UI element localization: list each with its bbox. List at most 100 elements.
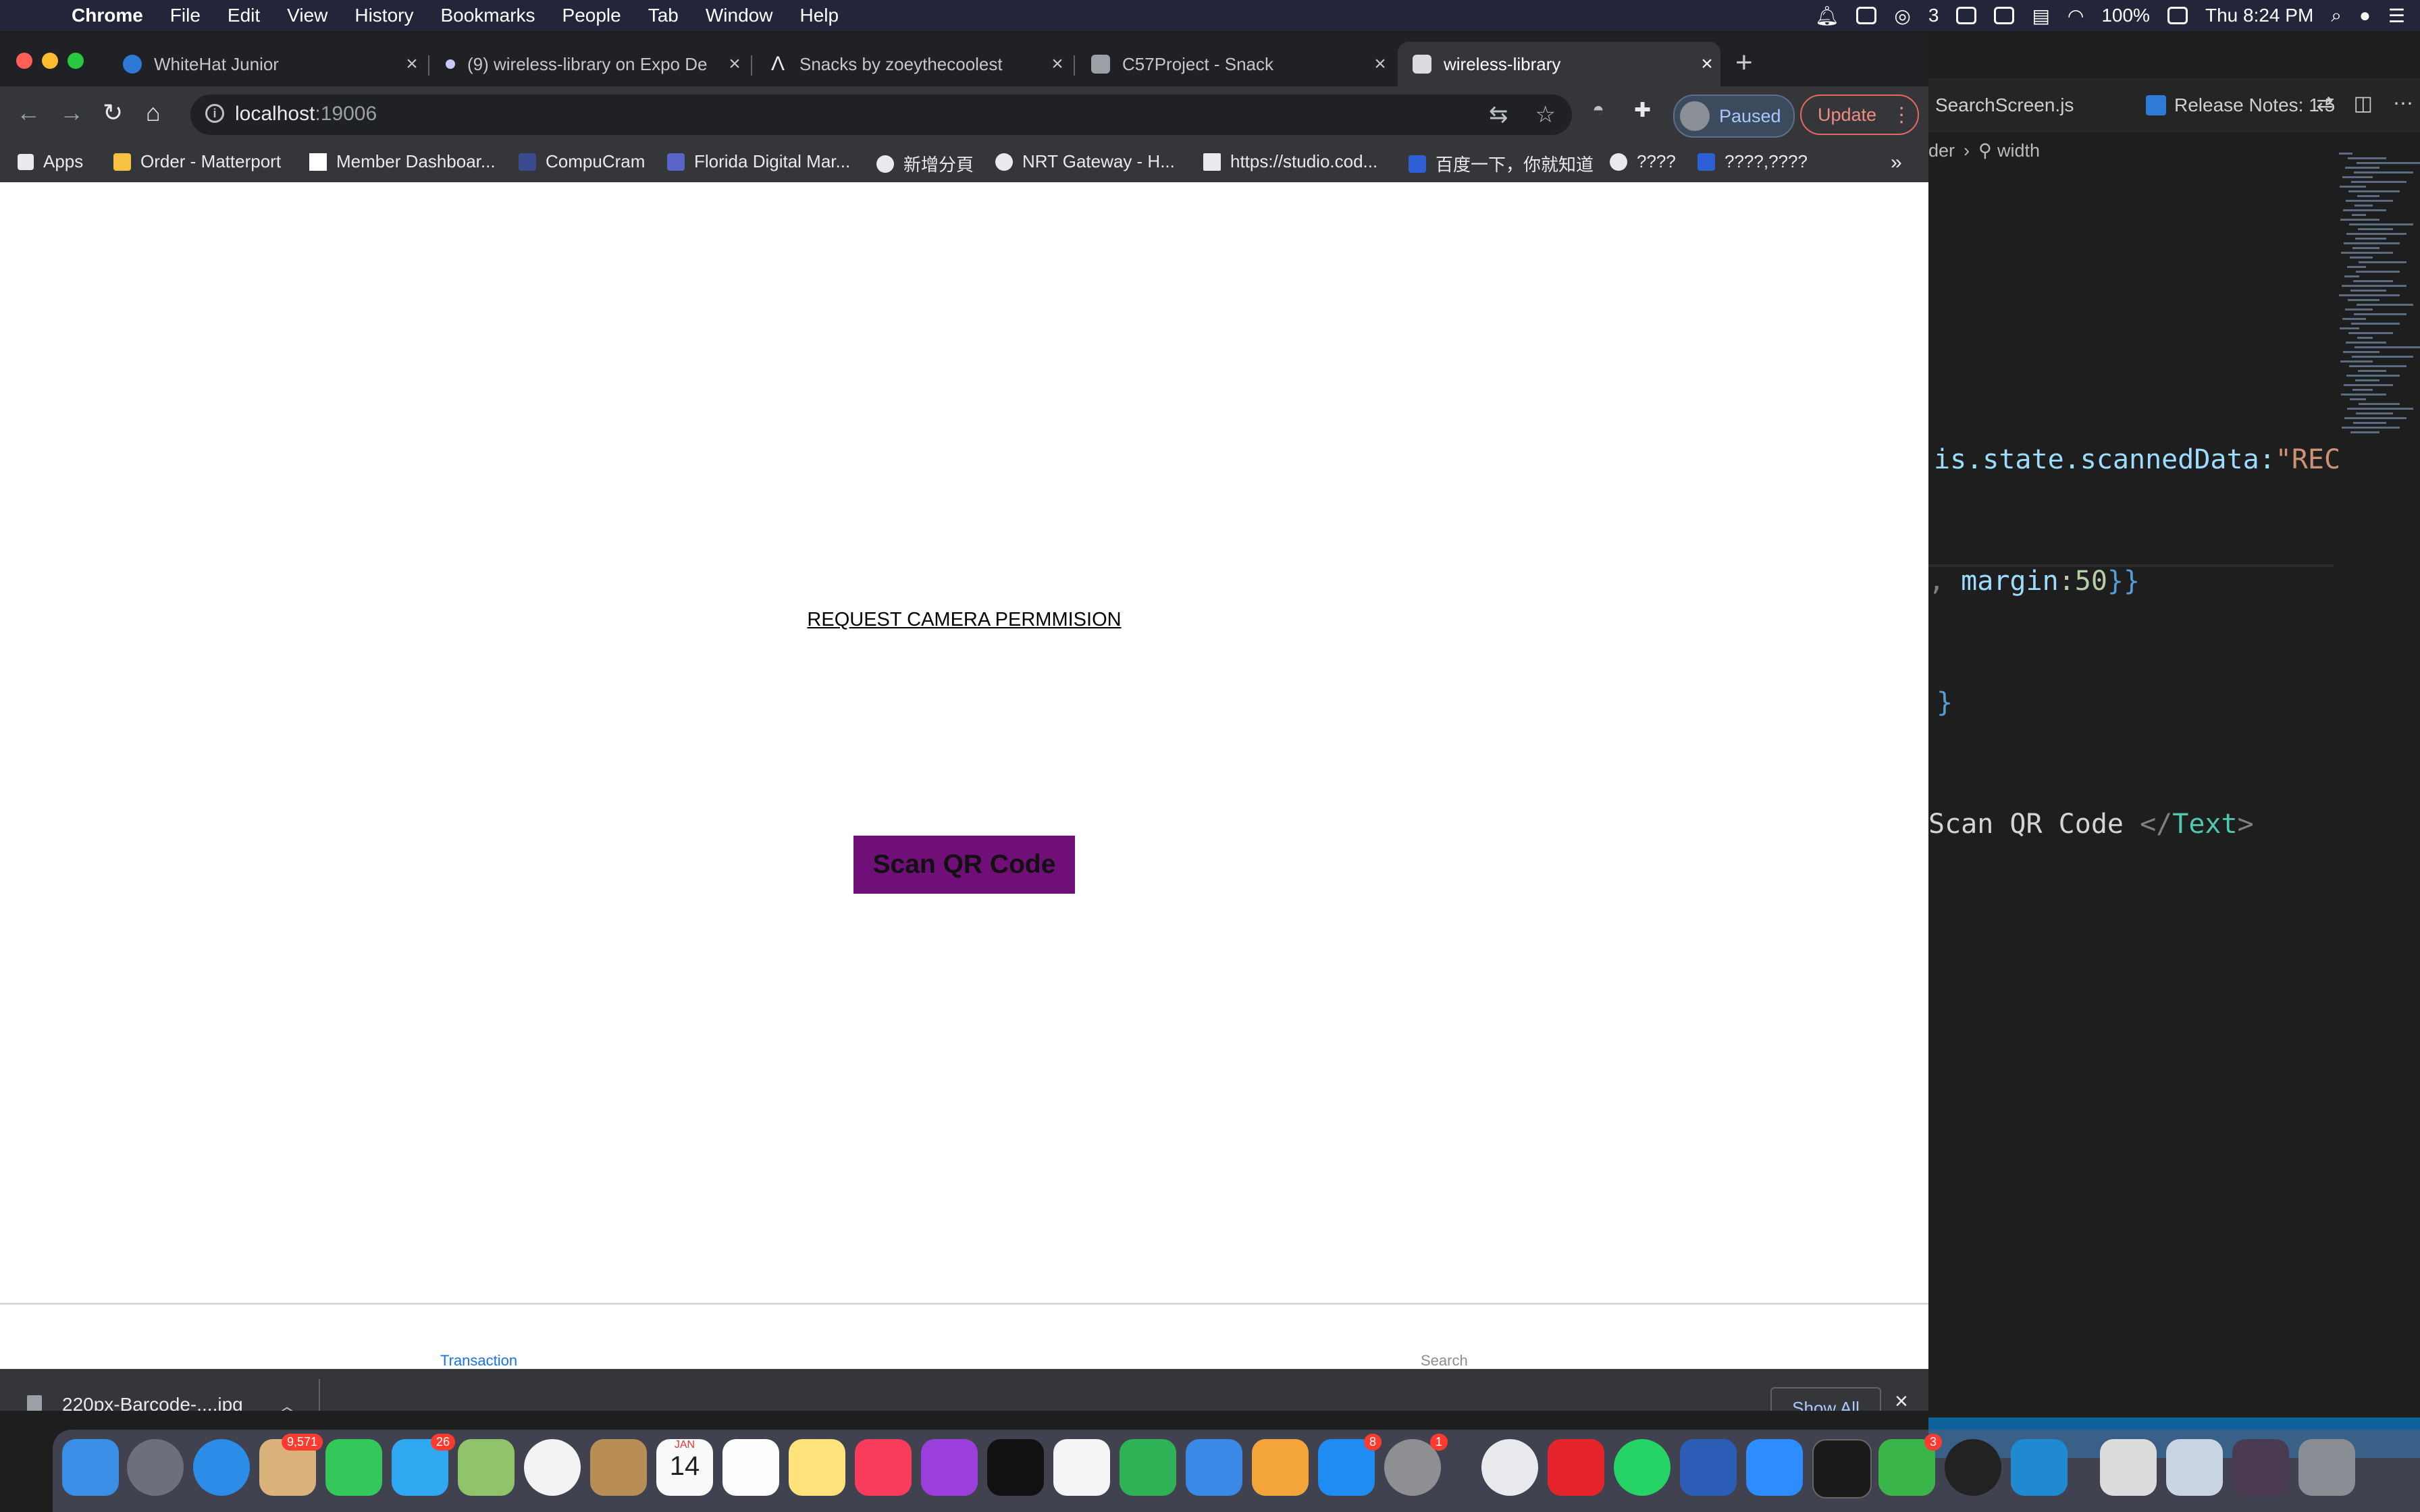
bookmark-nrt-gateway[interactable]: NRT Gateway - H... [995,151,1175,172]
podcasts-icon[interactable] [921,1439,978,1496]
whatsapp-icon[interactable] [1614,1439,1671,1496]
close-tab-icon[interactable]: × [721,53,748,76]
photos-icon[interactable] [524,1439,581,1496]
request-camera-permission-link[interactable]: REQUEST CAMERA PERMMISION [807,609,1121,630]
close-window-button[interactable] [16,53,32,69]
menu-window[interactable]: Window [706,5,773,26]
word-icon[interactable] [1680,1439,1737,1496]
notes-icon[interactable] [789,1439,845,1496]
facetime-icon[interactable] [325,1439,382,1496]
bookmark-apps[interactable]: Apps [18,151,83,172]
compare-icon[interactable]: ⇄ [2317,92,2334,115]
menu-file[interactable]: File [170,5,201,26]
extensions-puzzle-icon[interactable]: ✚ [1634,99,1651,122]
menu-view[interactable]: View [287,5,327,26]
calendar-icon[interactable]: JAN 14 [656,1439,713,1496]
forward-icon[interactable]: → [59,99,84,127]
menu-people[interactable]: People [562,5,621,26]
scan-qr-button[interactable]: Scan QR Code [853,836,1075,894]
app-store-icon[interactable]: 8 [1318,1434,1382,1496]
close-tab-icon[interactable]: × [1044,53,1071,76]
menu-history[interactable]: History [354,5,413,26]
code-line[interactable]: Scan QR Code </Text> [1928,809,2254,840]
control-center-icon[interactable]: ☰ [2388,5,2405,27]
window-thumbnail-2-icon[interactable] [2166,1439,2223,1496]
bookmark-studio-code[interactable]: https://studio.cod... [1203,151,1377,172]
show-all-button[interactable]: Show All [1770,1387,1881,1411]
wifi-icon[interactable]: ◠ [2068,5,2084,27]
music-icon[interactable] [855,1439,912,1496]
menu-bookmarks[interactable]: Bookmarks [440,5,535,26]
bookmark-compucram[interactable]: CompuCram [519,151,645,172]
code-line[interactable]: is.state.scannedData:"REC [1934,444,2340,475]
download-item[interactable]: 220px-Barcode-....jpg [27,1394,243,1411]
camera-icon[interactable] [1856,7,1877,24]
battery-icon[interactable] [2167,7,2188,24]
wechat-icon[interactable]: 3 [1878,1434,1942,1496]
reload-icon[interactable]: ↻ [103,99,123,127]
close-shelf-icon[interactable]: × [1895,1388,1908,1411]
bookmark-matterport[interactable]: Order - Matterport [113,151,281,172]
zoom-window-button[interactable] [68,53,84,69]
profile-button[interactable]: Paused [1673,94,1795,138]
notification-icon[interactable]: 🔔︎ [1815,5,1839,27]
trash-icon[interactable] [2298,1439,2355,1496]
chrome-icon[interactable] [1481,1439,1538,1496]
more-actions-icon[interactable]: ⋯ [2393,92,2413,115]
bookmark-unknown-1[interactable]: ???? [1610,151,1676,172]
bookmark-baidu[interactable]: 百度一下，你就知道 [1409,151,1594,176]
bookmark-unknown-2[interactable]: ????,???? [1698,151,1808,172]
screenshot-icon[interactable] [1956,7,1977,24]
breadcrumb-symbol[interactable]: width [1997,140,2040,161]
tab-c57project[interactable]: C57Project - Snack × [1076,42,1394,86]
extension-icon[interactable]: ◓ [1592,99,1604,122]
menu-tab[interactable]: Tab [648,5,679,26]
menu-edit[interactable]: Edit [228,5,260,26]
vscode-icon[interactable] [2011,1439,2068,1496]
minimize-window-button[interactable] [42,53,58,69]
display-icon[interactable] [1994,7,2015,24]
wechat-status-icon[interactable]: ◎ [1894,5,1910,27]
launchpad-icon[interactable] [127,1439,184,1496]
new-tab-button[interactable]: + [1735,46,1753,80]
tab-whitehat[interactable]: WhiteHat Junior × [108,42,425,86]
reminders-icon[interactable] [722,1439,779,1496]
code-line[interactable]: } [1937,687,1953,718]
messages-icon[interactable]: 26 [392,1434,455,1496]
news-icon[interactable] [1053,1439,1110,1496]
spotlight-icon[interactable]: ⌕ [2331,5,2342,27]
chevron-up-icon[interactable]: ︿ [278,1393,296,1411]
mail-icon[interactable]: 9,571 [259,1434,323,1496]
translate-icon[interactable]: ⇆ [1489,101,1508,128]
bookmark-florida-digital[interactable]: Florida Digital Mar... [667,151,850,172]
window-thumbnail-1-icon[interactable] [2100,1439,2157,1496]
contacts-icon[interactable] [590,1439,647,1496]
safari-icon[interactable] [193,1439,250,1496]
tab-transaction[interactable]: Transaction [440,1352,517,1370]
bookmark-member-dashboard[interactable]: Member Dashboar... [309,151,496,172]
numbers-icon[interactable] [1120,1439,1176,1496]
window-thumbnail-3-icon[interactable] [2232,1439,2289,1496]
close-tab-icon[interactable]: × [398,53,425,76]
apple-tv-icon[interactable] [987,1439,1044,1496]
close-tab-icon[interactable]: × [1367,53,1394,76]
code-line[interactable]: , margin:50}} [1928,566,2140,597]
home-icon[interactable]: ⌂ [146,99,161,127]
site-info-icon[interactable]: i [205,104,224,123]
zoom-icon[interactable] [1746,1439,1803,1496]
close-tab-icon[interactable]: × [1693,53,1720,76]
vscode-tab-searchscreen[interactable]: SearchScreen.js [1935,94,2074,116]
terminal-icon[interactable] [1812,1439,1872,1498]
tab-search[interactable]: Search [1421,1352,1468,1370]
finder-icon[interactable] [62,1439,119,1496]
qq-icon[interactable] [1945,1439,2001,1496]
tab-snacks[interactable]: Λ Snacks by zoeythecoolest × [754,42,1071,86]
bookmark-new-tab[interactable]: 新增分頁 [876,151,974,176]
siri-icon[interactable]: ● [2359,5,2371,26]
vscode-tab-release-notes[interactable]: Release Notes: 1.5 [2146,94,2335,116]
bookmark-star-icon[interactable]: ☆ [1535,101,1556,128]
more-bookmarks-icon[interactable]: » [1891,151,1902,174]
maps-icon[interactable] [458,1439,515,1496]
system-preferences-icon[interactable]: 1 [1384,1434,1448,1496]
split-editor-icon[interactable]: ◫ [2354,92,2373,115]
